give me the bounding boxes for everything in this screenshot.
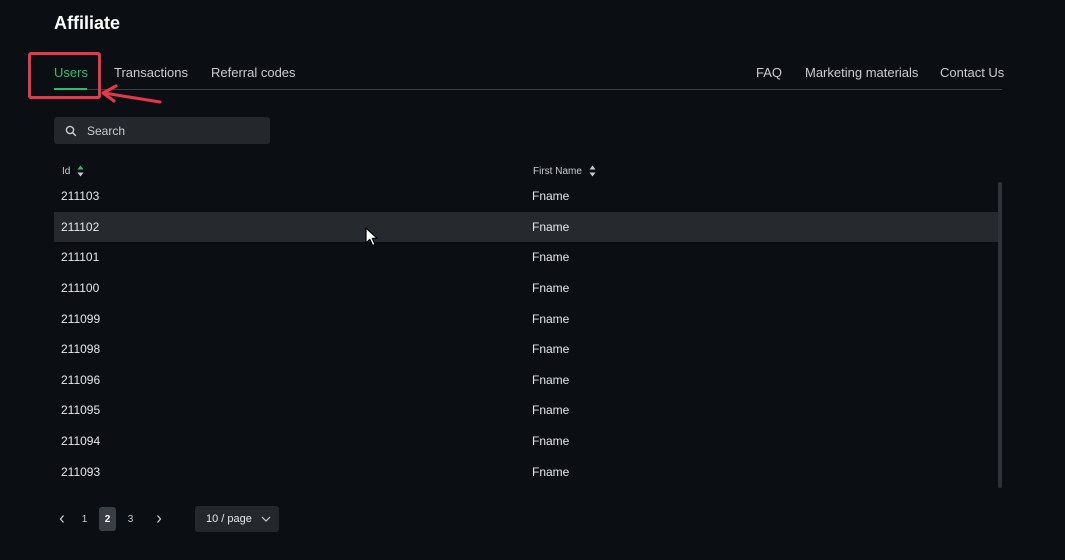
table-row[interactable]: 211099 Fname bbox=[54, 303, 998, 334]
cell-first-name: Fname bbox=[532, 250, 570, 265]
annotation-highlight-box bbox=[28, 52, 101, 99]
tab-transactions[interactable]: Transactions bbox=[114, 65, 188, 80]
chevron-down-icon bbox=[261, 516, 271, 522]
cell-id: 211093 bbox=[61, 464, 101, 479]
search-icon bbox=[65, 125, 77, 136]
cell-id: 211095 bbox=[61, 403, 101, 418]
column-header-first-name-label: First Name bbox=[533, 165, 582, 177]
sort-icon[interactable] bbox=[589, 165, 596, 177]
table-header: Id First Name bbox=[54, 160, 998, 182]
cell-first-name: Fname bbox=[532, 372, 570, 387]
tab-contact-us[interactable]: Contact Us bbox=[940, 65, 1004, 80]
cell-first-name: Fname bbox=[532, 311, 570, 326]
cell-id: 211100 bbox=[61, 281, 100, 296]
prev-page-button[interactable] bbox=[54, 507, 70, 531]
cell-id: 211096 bbox=[61, 372, 101, 387]
table-row[interactable]: 211096 Fname bbox=[54, 365, 998, 396]
chevron-left-icon bbox=[59, 515, 64, 523]
cell-first-name: Fname bbox=[532, 403, 570, 418]
sort-icon[interactable] bbox=[77, 165, 84, 177]
column-header-first-name[interactable]: First Name bbox=[533, 165, 596, 177]
cell-id: 211094 bbox=[61, 434, 101, 449]
cell-first-name: Fname bbox=[532, 219, 570, 234]
page-size-select[interactable]: 10 / page bbox=[195, 506, 279, 532]
cell-first-name: Fname bbox=[532, 281, 570, 296]
tabs-bar: Users Transactions Referral codes FAQ Ma… bbox=[54, 60, 1004, 90]
table-scrollbar[interactable] bbox=[998, 182, 1002, 488]
next-page-button[interactable] bbox=[151, 507, 167, 531]
mouse-cursor-icon bbox=[365, 227, 378, 247]
search-box[interactable] bbox=[54, 117, 270, 144]
table-row[interactable]: 211103 Fname bbox=[54, 181, 998, 212]
pagination: 1 2 3 bbox=[54, 507, 167, 531]
cell-id: 211101 bbox=[61, 250, 100, 265]
table-body: 211103 Fname 211102 Fname 211101 Fname 2… bbox=[54, 181, 998, 487]
table-row[interactable]: 211098 Fname bbox=[54, 334, 998, 365]
page-size-label: 10 / page bbox=[206, 513, 252, 525]
table-row[interactable]: 211100 Fname bbox=[54, 273, 998, 304]
search-input[interactable] bbox=[87, 123, 257, 138]
tab-referral-codes[interactable]: Referral codes bbox=[211, 65, 296, 80]
column-header-id-label: Id bbox=[62, 165, 71, 177]
page-button-2[interactable]: 2 bbox=[99, 507, 116, 531]
cell-id: 211103 bbox=[61, 189, 100, 204]
column-header-id[interactable]: Id bbox=[62, 165, 84, 177]
table-row[interactable]: 211102 Fname bbox=[54, 211, 998, 243]
table-row[interactable]: 211094 Fname bbox=[54, 426, 998, 457]
page-button-3[interactable]: 3 bbox=[122, 507, 139, 531]
table-row[interactable]: 211101 Fname bbox=[54, 242, 998, 273]
page-title: Affiliate bbox=[54, 13, 121, 33]
table-row[interactable]: 211095 Fname bbox=[54, 395, 998, 426]
annotation-arrow-icon bbox=[101, 84, 162, 104]
cell-first-name: Fname bbox=[532, 464, 570, 479]
tab-marketing-materials[interactable]: Marketing materials bbox=[805, 65, 918, 80]
cell-first-name: Fname bbox=[532, 189, 570, 204]
cell-id: 211102 bbox=[61, 219, 100, 234]
page-button-1[interactable]: 1 bbox=[76, 507, 93, 531]
cell-first-name: Fname bbox=[532, 434, 570, 449]
chevron-right-icon bbox=[157, 515, 162, 523]
cell-first-name: Fname bbox=[532, 342, 570, 357]
table-row[interactable]: 211093 Fname bbox=[54, 456, 998, 487]
cell-id: 211099 bbox=[61, 311, 101, 326]
cell-id: 211098 bbox=[61, 342, 101, 357]
tab-faq[interactable]: FAQ bbox=[756, 65, 782, 80]
